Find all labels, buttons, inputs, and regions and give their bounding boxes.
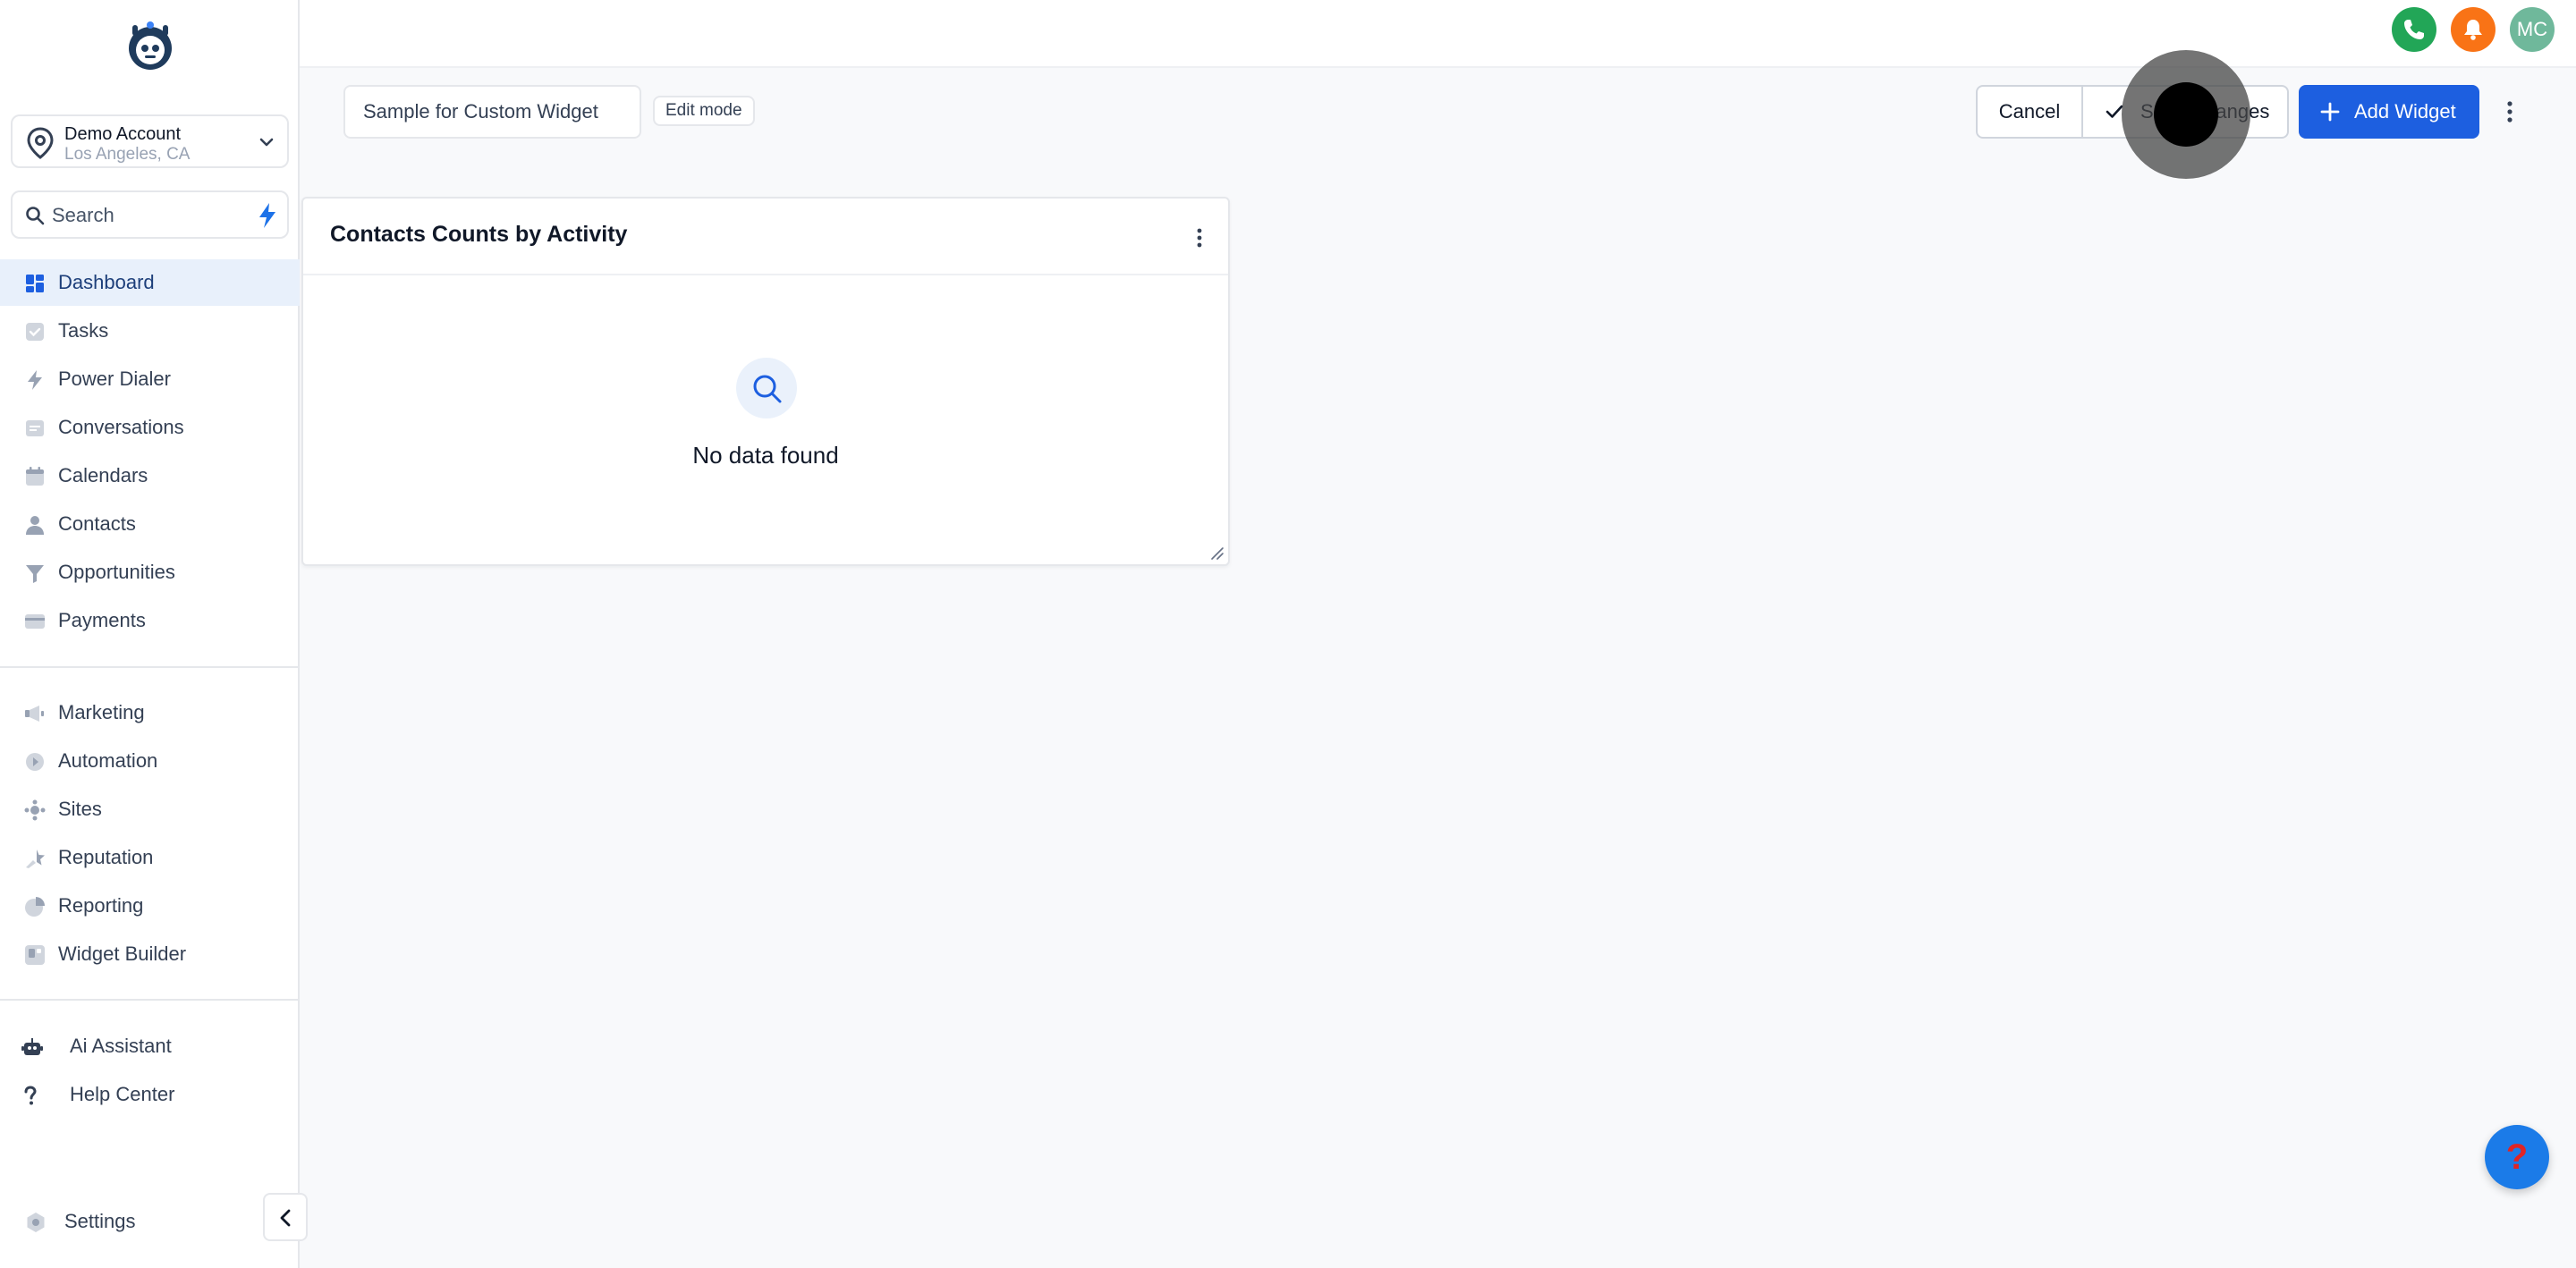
bell-icon [2464,20,2482,40]
sidebar-item-label: Power Dialer [58,368,171,390]
sidebar-item-dashboard[interactable]: Dashboard [0,259,300,306]
plus-icon [2320,102,2340,122]
sidebar-item-label: Marketing [58,701,145,723]
sidebar-item-conversations[interactable]: Conversations [0,404,300,451]
top-bar [300,0,2576,68]
empty-state-icon [736,358,797,418]
edit-mode-badge: Edit mode [653,96,755,126]
sidebar-item-label: Contacts [58,512,136,535]
sidebar-item-label: Tasks [58,319,109,342]
sidebar-divider [0,999,300,1001]
notifications-button[interactable] [2451,7,2496,52]
reputation-icon [26,850,45,868]
sidebar-item-label: Settings [64,1210,136,1232]
sidebar-item-label: Help Center [70,1083,175,1105]
widget-header-divider [303,274,1228,275]
sidebar-item-label: Automation [58,749,158,772]
tasks-icon [26,323,44,341]
resize-handle-icon[interactable] [1208,545,1224,561]
sidebar-search[interactable]: Search [11,190,289,239]
more-options-icon[interactable] [2499,97,2521,127]
chevron-down-icon [259,138,274,147]
conversations-icon [26,420,44,436]
account-name: Demo Account [64,124,182,144]
marketing-icon [25,706,44,722]
widget-builder-icon [25,945,45,965]
search-icon [753,375,782,403]
sidebar-item-contacts[interactable]: Contacts [0,501,300,547]
sidebar-item-opportunities[interactable]: Opportunities [0,549,300,596]
dashboard-icon [26,275,44,292]
sidebar-item-calendars[interactable]: Calendars [0,452,300,499]
sidebar-item-help-center[interactable]: Help Center [0,1071,300,1118]
user-avatar[interactable]: MC [2510,7,2555,52]
sidebar-item-label: Payments [58,609,146,631]
sidebar-item-label: Sites [58,798,102,820]
cursor-dot [2154,82,2218,147]
sidebar-item-marketing[interactable]: Marketing [0,689,300,736]
sidebar-item-label: Widget Builder [58,943,187,965]
sidebar-item-reputation[interactable]: Reputation [0,834,300,881]
sidebar-item-sites[interactable]: Sites [0,786,300,833]
power-dialer-icon [28,370,42,390]
sidebar-divider [0,666,300,668]
automation-icon [26,753,44,771]
sites-icon [24,799,46,821]
widget-card[interactable]: Contacts Counts by Activity No data foun… [301,197,1230,566]
dashboard-name-input[interactable]: Sample for Custom Widget [343,85,641,139]
help-chat-button[interactable]: ? [2485,1125,2549,1189]
payments-icon [25,614,45,629]
gear-icon [27,1213,45,1232]
sidebar-item-widget-builder[interactable]: Widget Builder [0,931,300,977]
widget-menu-icon[interactable] [1192,225,1207,250]
calendar-icon [26,467,44,486]
add-widget-label: Add Widget [2354,100,2456,123]
sidebar-item-label: Ai Assistant [70,1035,172,1057]
account-location: Los Angeles, CA [64,145,191,164]
sidebar-item-power-dialer[interactable]: Power Dialer [0,356,300,402]
chevron-left-icon [280,1209,291,1227]
phone-icon [2404,20,2424,39]
robot-icon [21,1038,43,1055]
sidebar-item-label: Reporting [58,894,144,917]
account-switcher[interactable]: Demo Account Los Angeles, CA [11,114,289,168]
contacts-icon [26,516,44,535]
sidebar: Demo Account Los Angeles, CA Search Dash… [0,0,308,1268]
sidebar-item-tasks[interactable]: Tasks [0,308,300,354]
question-icon [24,1086,37,1105]
reporting-icon [25,897,45,917]
sidebar-item-label: Calendars [58,464,148,486]
opportunities-icon [26,565,44,583]
location-pin-icon [27,127,54,159]
sidebar-item-automation[interactable]: Automation [0,738,300,784]
collapse-sidebar-button[interactable] [263,1193,308,1241]
sidebar-item-payments[interactable]: Payments [0,597,300,644]
lightning-icon[interactable] [255,201,280,230]
empty-state-text: No data found [692,442,839,469]
app-logo-icon[interactable] [123,20,177,73]
sidebar-item-label: Conversations [58,416,184,438]
sidebar-item-settings[interactable]: Settings [0,1198,300,1245]
sidebar-item-ai-assistant[interactable]: Ai Assistant [0,1023,300,1069]
phone-button[interactable] [2392,7,2436,52]
search-placeholder: Search [52,204,114,226]
search-icon [26,207,45,225]
sidebar-item-label: Dashboard [58,271,155,293]
cancel-button[interactable]: Cancel [1978,87,2083,137]
add-widget-button[interactable]: Add Widget [2299,85,2479,139]
sidebar-item-label: Opportunities [58,561,175,583]
sidebar-item-label: Reputation [58,846,154,868]
sidebar-item-reporting[interactable]: Reporting [0,883,300,929]
widget-title: Contacts Counts by Activity [330,222,628,247]
